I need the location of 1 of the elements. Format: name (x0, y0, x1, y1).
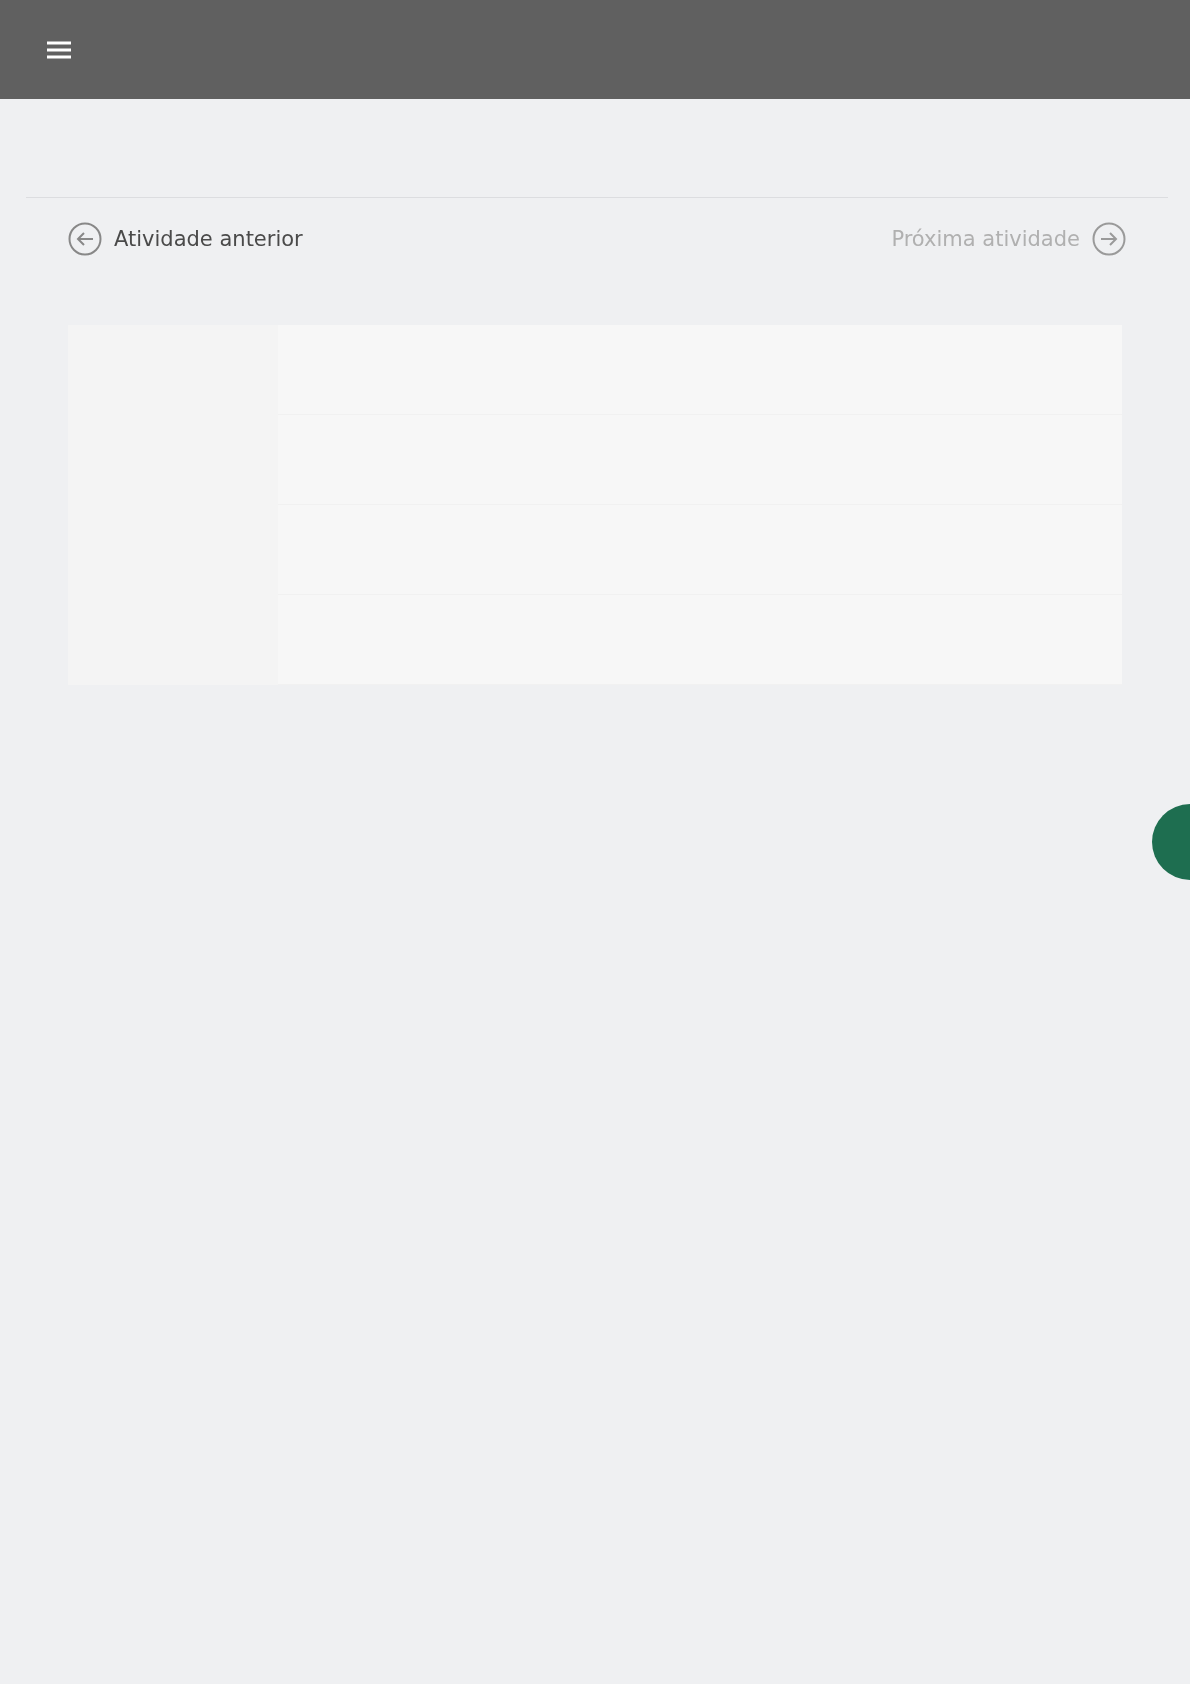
previous-activity-link[interactable]: Atividade anterior (68, 222, 303, 256)
